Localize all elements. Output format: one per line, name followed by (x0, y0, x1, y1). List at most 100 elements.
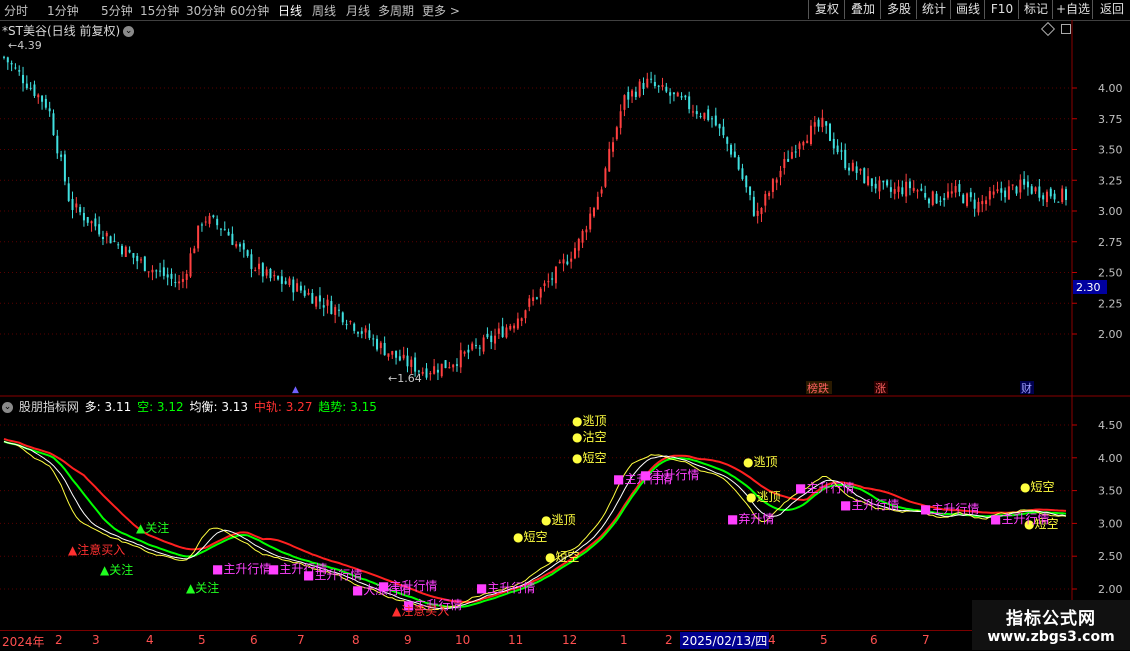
candle-body (181, 278, 184, 282)
sell-signal-label: ●短空 (572, 451, 606, 465)
rally-signal-label: ■主升行情 (640, 468, 699, 482)
candle-body (714, 115, 717, 126)
candle-body (760, 208, 763, 215)
candle-body (825, 121, 828, 126)
candle-body (543, 283, 546, 286)
candle-body (836, 145, 839, 153)
candle-body (433, 366, 436, 374)
candle-body (60, 154, 63, 157)
event-marker-drop[interactable]: 榜跌 (807, 381, 829, 395)
candle-body (265, 269, 268, 276)
candle-body (501, 326, 504, 337)
candle-body (882, 180, 885, 183)
candle-body (398, 356, 401, 361)
candle-body (3, 56, 5, 58)
event-marker-rise[interactable]: 涨 (875, 382, 886, 395)
candle-body (878, 180, 881, 192)
candle-body (143, 256, 146, 271)
candle-body (345, 324, 348, 326)
candle-body (277, 276, 280, 280)
candle-body (870, 178, 873, 187)
price-tick-label: 2.75 (1098, 236, 1123, 249)
candle-body (657, 85, 660, 87)
candle-body (539, 288, 542, 298)
candle-body (589, 213, 592, 230)
candle-body (558, 261, 561, 264)
candle-body (387, 353, 390, 357)
low-annotation: ←1.64 (388, 372, 422, 385)
price-tick-label: 3.25 (1098, 174, 1123, 187)
candle-body (832, 138, 835, 149)
candle-body (212, 215, 215, 218)
candle-body (749, 186, 752, 196)
candle-body (25, 83, 28, 89)
candle-body (6, 57, 9, 63)
candle-body (90, 221, 93, 224)
chevron-down-icon[interactable]: ⌄ (2, 402, 13, 413)
candle-body (231, 233, 234, 245)
candle-body (128, 249, 131, 253)
candle-body (661, 84, 664, 87)
candle-body (79, 207, 82, 213)
current-price-label: 2.30 (1076, 281, 1101, 294)
candle-body (273, 275, 276, 277)
candle-body (631, 90, 634, 97)
candle-body (821, 117, 824, 128)
candle-body (334, 307, 337, 315)
candle-body (954, 186, 957, 193)
candle-body (726, 137, 729, 144)
candle-body (1049, 188, 1052, 197)
sell-signal-label: ●沽空 (572, 430, 606, 444)
candle-body (44, 98, 47, 108)
candle-body (219, 228, 222, 230)
candle-body (494, 335, 497, 344)
price-chart[interactable]: ●逃顶●沽空●逃顶●短空●短空●逃顶●短空●逃顶●短空●短空■主升行情■主升行情… (0, 0, 1130, 650)
candle-body (376, 338, 379, 350)
candle-body (707, 109, 710, 121)
watermark-title: 指标公式网 (1006, 609, 1096, 629)
candle-body (848, 167, 851, 171)
candle-body (566, 261, 569, 265)
candle-body (471, 343, 474, 350)
rally-signal-label: ■弃升情 (727, 511, 774, 526)
candle-body (551, 278, 554, 280)
candle-body (299, 285, 302, 291)
candle-body (532, 297, 535, 302)
candle-body (802, 141, 805, 146)
candle-body (505, 327, 508, 338)
event-marker-finance[interactable]: 财 (1021, 381, 1032, 395)
indicator-tick-label: 3.50 (1098, 485, 1123, 498)
indicator-header[interactable]: ⌄ 股朋指标网 多: 3.11 空: 3.12 均衡: 3.13 中轨: 3.2… (2, 398, 381, 415)
candle-body (535, 297, 538, 299)
candle-body (75, 203, 78, 208)
watch-signal-label: ▲关注 (186, 580, 219, 595)
candle-body (56, 135, 59, 154)
candle-body (1015, 186, 1018, 194)
indicator-values: 多: 3.11 空: 3.12 均衡: 3.13 中轨: 3.27 趋势: 3.… (85, 400, 379, 414)
rally-signal-label: ■主升行情 (476, 581, 535, 595)
candle-body (197, 225, 200, 249)
candle-body (764, 194, 767, 206)
candle-body (897, 186, 900, 192)
candle-body (1007, 186, 1010, 200)
sell-signal-label: ●逃顶 (541, 513, 575, 527)
candle-body (357, 332, 359, 334)
candle-body (162, 267, 165, 276)
candle-body (136, 255, 139, 262)
candle-body (722, 126, 725, 136)
candle-body (1053, 193, 1056, 200)
x-label-year: 2024年 (2, 635, 45, 649)
candle-body (67, 183, 70, 201)
price-tick-label: 2.25 (1098, 297, 1123, 310)
x-label: 9 (404, 633, 412, 647)
candle-body (509, 325, 512, 330)
watermark-url: www.zbgs3.com (987, 629, 1115, 645)
candle-body (752, 196, 755, 216)
candle-body (741, 168, 744, 180)
candle-body (615, 127, 618, 140)
candle-body (688, 96, 691, 110)
candle-body (600, 189, 603, 194)
candle-body (10, 62, 13, 65)
candle-body (117, 244, 120, 246)
watch-signal-label: ▲关注 (100, 562, 133, 577)
